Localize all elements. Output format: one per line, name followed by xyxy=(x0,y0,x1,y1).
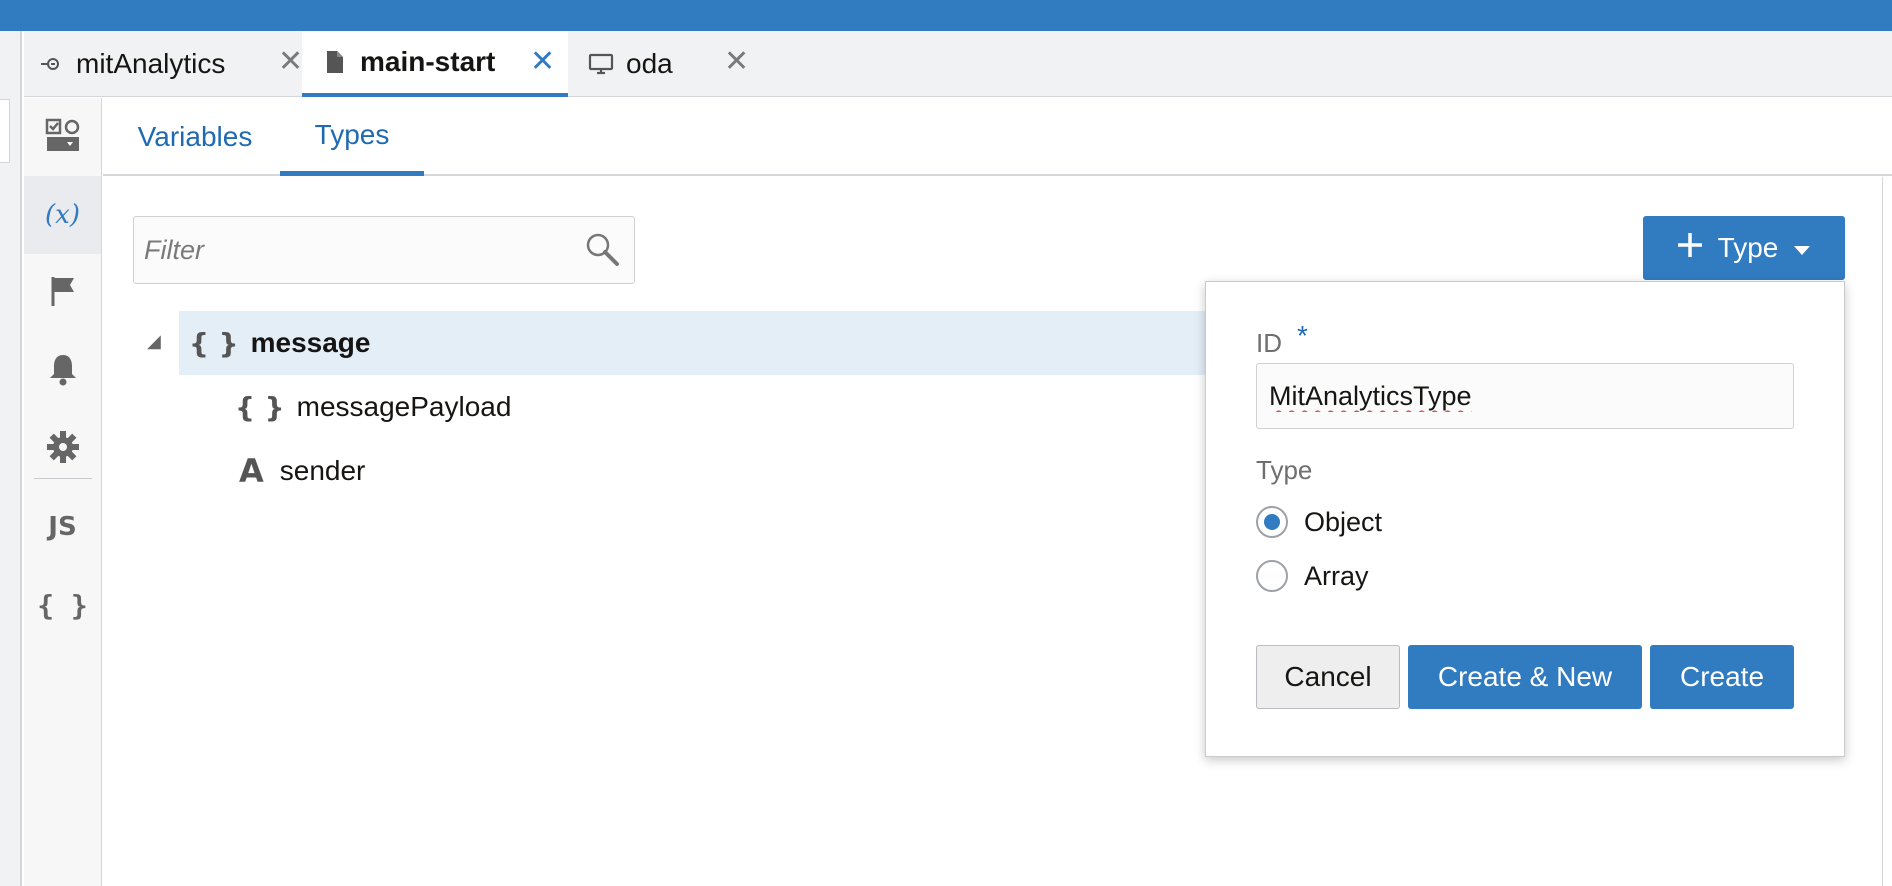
designer-icon-rail: (x) JS { } xyxy=(24,98,102,886)
rail-item-custom-components[interactable]: JS xyxy=(24,488,101,566)
radio-object-label: Object xyxy=(1304,506,1383,537)
tree-row-label: messagePayload xyxy=(296,391,512,422)
string-type-icon: A xyxy=(239,452,264,490)
tab-label: oda xyxy=(626,48,673,79)
object-type-icon: { } xyxy=(235,390,285,424)
object-type-icon: { } xyxy=(189,326,239,360)
id-input[interactable] xyxy=(1256,363,1794,429)
type-label: Type xyxy=(1256,455,1313,485)
create-button[interactable]: Create xyxy=(1650,645,1794,709)
variables-types-tabs: Variables Types xyxy=(103,98,1892,176)
close-icon[interactable]: ✕ xyxy=(724,44,749,79)
caret-down-icon xyxy=(1792,232,1812,264)
tab-main-start[interactable]: main-start ✕ xyxy=(302,31,568,97)
tree-row-label: sender xyxy=(279,455,366,486)
search-icon[interactable] xyxy=(584,231,620,267)
tab-mitanalytics[interactable]: mitAnalytics ✕ xyxy=(38,31,306,97)
create-and-new-button[interactable]: Create & New xyxy=(1408,645,1642,709)
tab-label: main-start xyxy=(360,46,496,77)
radio-button-checked[interactable] xyxy=(1256,506,1288,538)
tree-row-message[interactable]: { } message xyxy=(179,311,1209,375)
tab-types[interactable]: Types xyxy=(280,98,424,176)
tab-variables[interactable]: Variables xyxy=(123,98,267,176)
js-icon: JS xyxy=(48,512,77,542)
add-type-label: Type xyxy=(1717,232,1779,263)
document-icon xyxy=(322,49,348,75)
create-type-popup: ID * Type Object Array Cancel Create & N… xyxy=(1205,281,1845,757)
flow-designer-icon xyxy=(45,117,81,158)
flag-icon xyxy=(48,274,78,313)
radio-array-label: Array xyxy=(1304,560,1369,591)
editor-tab-bar: mitAnalytics ✕ main-start ✕ oda ✕ xyxy=(24,31,1892,97)
rail-item-notifications[interactable] xyxy=(24,332,101,410)
rail-item-events[interactable] xyxy=(24,254,101,332)
braces-icon: { } xyxy=(37,588,88,622)
plus-icon xyxy=(1676,231,1704,266)
filter-box xyxy=(133,216,635,284)
top-bar xyxy=(0,0,1892,31)
collapse-triangle-icon[interactable]: ◢ xyxy=(147,331,161,352)
radio-button-unchecked[interactable] xyxy=(1256,560,1288,592)
id-label: ID xyxy=(1256,328,1282,358)
tree-row-label: message xyxy=(250,327,371,358)
close-icon[interactable]: ✕ xyxy=(530,44,555,79)
collapsed-panel-stub[interactable] xyxy=(0,99,10,163)
radio-object[interactable]: Object xyxy=(1256,502,1382,542)
filter-input[interactable] xyxy=(144,231,564,269)
tab-oda[interactable]: oda ✕ xyxy=(588,31,768,97)
radio-array[interactable]: Array xyxy=(1256,556,1369,596)
variables-icon: (x) xyxy=(45,200,80,230)
cancel-button[interactable]: Cancel xyxy=(1256,645,1400,709)
gear-icon xyxy=(46,430,80,469)
required-marker: * xyxy=(1297,320,1308,351)
rail-item-types[interactable]: { } xyxy=(24,566,101,644)
rail-item-flows[interactable] xyxy=(24,98,101,176)
rail-divider xyxy=(34,478,92,479)
rail-item-settings[interactable] xyxy=(24,410,101,488)
collapsed-left-panel xyxy=(0,31,22,886)
add-type-button[interactable]: Type xyxy=(1643,216,1845,280)
tree-row-messagepayload[interactable]: { } messagePayload xyxy=(235,375,1135,439)
tree-row-sender[interactable]: A sender xyxy=(235,439,1135,503)
skill-icon xyxy=(38,51,64,77)
tab-label: mitAnalytics xyxy=(76,48,226,79)
bell-icon xyxy=(47,352,79,391)
monitor-icon xyxy=(588,51,614,77)
close-icon[interactable]: ✕ xyxy=(278,44,303,79)
rail-item-variables[interactable]: (x) xyxy=(24,176,101,254)
